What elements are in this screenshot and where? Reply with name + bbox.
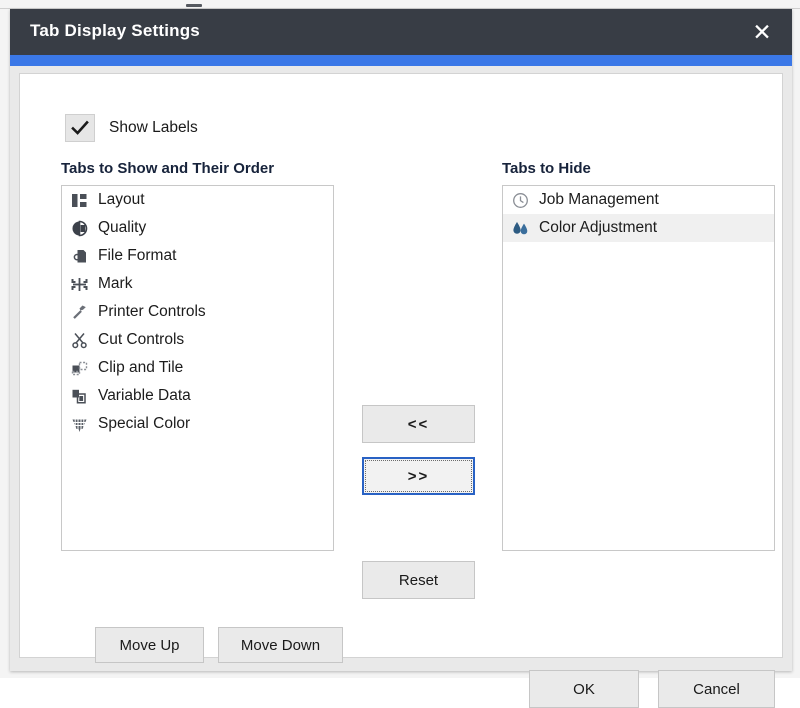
list-item-label: File Format bbox=[98, 247, 176, 265]
list-item[interactable]: Variable Data bbox=[62, 382, 333, 410]
accent-strip bbox=[10, 55, 792, 66]
tabs-to-show-heading: Tabs to Show and Their Order bbox=[61, 160, 274, 177]
checkmark-icon bbox=[71, 120, 89, 137]
move-right-label: >> bbox=[408, 468, 430, 485]
list-item-label: Job Management bbox=[539, 191, 659, 209]
close-icon[interactable]: ✕ bbox=[746, 17, 778, 47]
move-right-button[interactable]: >> bbox=[362, 457, 475, 495]
mark-icon bbox=[69, 274, 89, 294]
tabs-to-hide-list[interactable]: Job Management Color Adjustment bbox=[502, 185, 775, 551]
reset-label: Reset bbox=[399, 572, 438, 589]
cancel-button[interactable]: Cancel bbox=[658, 670, 775, 708]
show-labels-label: Show Labels bbox=[109, 119, 198, 137]
list-item-label: Clip and Tile bbox=[98, 359, 183, 377]
list-item[interactable]: Quality bbox=[62, 214, 333, 242]
list-item-label: Special Color bbox=[98, 415, 190, 433]
tabs-to-hide-heading: Tabs to Hide bbox=[502, 160, 591, 177]
move-left-label: << bbox=[408, 416, 430, 433]
list-item-label: Quality bbox=[98, 219, 146, 237]
list-item-label: Variable Data bbox=[98, 387, 191, 405]
clock-icon bbox=[510, 190, 530, 210]
file-format-icon bbox=[69, 246, 89, 266]
move-left-button[interactable]: << bbox=[362, 405, 475, 443]
tab-display-settings-dialog: Tab Display Settings ✕ Show Labels Tabs … bbox=[10, 9, 792, 671]
special-color-icon bbox=[69, 414, 89, 434]
list-item[interactable]: Clip and Tile bbox=[62, 354, 333, 382]
background-artifact bbox=[186, 4, 202, 7]
ok-label: OK bbox=[573, 681, 595, 698]
list-item-label: Cut Controls bbox=[98, 331, 184, 349]
layout-icon bbox=[69, 190, 89, 210]
list-item[interactable]: Cut Controls bbox=[62, 326, 333, 354]
variable-data-icon bbox=[69, 386, 89, 406]
cancel-label: Cancel bbox=[693, 681, 740, 698]
list-item[interactable]: Color Adjustment bbox=[503, 214, 774, 242]
clip-tile-icon bbox=[69, 358, 89, 378]
dialog-body: Show Labels Tabs to Show and Their Order… bbox=[19, 73, 783, 658]
wrench-icon bbox=[69, 302, 89, 322]
list-item-label: Color Adjustment bbox=[539, 219, 657, 237]
list-item[interactable]: Mark bbox=[62, 270, 333, 298]
ok-button[interactable]: OK bbox=[529, 670, 639, 708]
reset-button[interactable]: Reset bbox=[362, 561, 475, 599]
move-down-label: Move Down bbox=[241, 637, 320, 654]
dialog-titlebar: Tab Display Settings ✕ bbox=[10, 9, 792, 55]
dialog-title: Tab Display Settings bbox=[30, 21, 200, 41]
list-item[interactable]: Special Color bbox=[62, 410, 333, 438]
move-down-button[interactable]: Move Down bbox=[218, 627, 343, 663]
list-item[interactable]: Layout bbox=[62, 186, 333, 214]
scissors-icon bbox=[69, 330, 89, 350]
list-item[interactable]: Printer Controls bbox=[62, 298, 333, 326]
move-up-button[interactable]: Move Up bbox=[95, 627, 204, 663]
show-labels-checkbox[interactable]: Show Labels bbox=[65, 114, 198, 142]
checkbox-box[interactable] bbox=[65, 114, 95, 142]
tabs-to-show-list[interactable]: Layout Quality bbox=[61, 185, 334, 551]
quality-icon bbox=[69, 218, 89, 238]
list-item[interactable]: File Format bbox=[62, 242, 333, 270]
list-item-label: Printer Controls bbox=[98, 303, 206, 321]
move-up-label: Move Up bbox=[119, 637, 179, 654]
list-item-label: Layout bbox=[98, 191, 145, 209]
list-item[interactable]: Job Management bbox=[503, 186, 774, 214]
droplet-icon bbox=[510, 218, 530, 238]
list-item-label: Mark bbox=[98, 275, 132, 293]
